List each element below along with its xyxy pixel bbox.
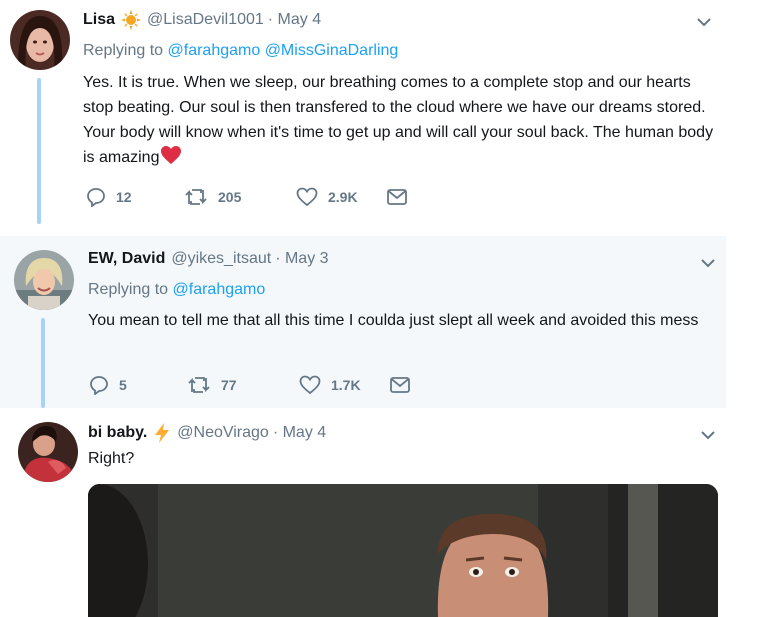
tweet-actions: 12 205 2.9K (86, 187, 418, 207)
lightning-emoji (153, 422, 171, 444)
direct-message-button[interactable] (386, 188, 418, 206)
mention-link[interactable]: @farahgamo (173, 281, 266, 298)
envelope-icon (387, 189, 407, 205)
reply-icon (90, 376, 108, 395)
tweet-header: Lisa @LisaDevil1001 · May 4 (83, 10, 321, 30)
chevron-down-icon[interactable] (698, 253, 718, 273)
heart-icon (299, 375, 321, 395)
like-button[interactable]: 1.7K (299, 375, 389, 395)
reply-count: 5 (119, 377, 127, 393)
thread-line (41, 318, 45, 408)
reply-count: 12 (116, 189, 132, 205)
sun-emoji (121, 10, 142, 30)
retweet-button[interactable]: 77 (187, 375, 299, 395)
chevron-down-icon[interactable] (694, 12, 714, 32)
like-count: 1.7K (331, 377, 361, 393)
red-heart-emoji (160, 145, 182, 173)
avatar[interactable] (10, 10, 70, 70)
mention-link[interactable]: @MissGinaDarling (265, 42, 399, 59)
replying-prefix: Replying to (83, 42, 164, 59)
tweet-header: EW, David @yikes_itsaut · May 3 (88, 250, 329, 268)
retweet-button[interactable]: 205 (184, 187, 296, 207)
tweet-header: bi baby. @NeoVirago · May 4 (88, 422, 326, 444)
user-handle[interactable]: @NeoVirago (177, 424, 269, 442)
retweet-count: 77 (221, 377, 237, 393)
tweet-2[interactable]: EW, David @yikes_itsaut · May 3 Replying… (0, 236, 726, 408)
reply-button[interactable]: 5 (89, 375, 187, 395)
like-count: 2.9K (328, 189, 358, 205)
tweet-3[interactable]: bi baby. @NeoVirago · May 4 Right? (0, 408, 768, 617)
tweet-date[interactable]: · May 4 (268, 11, 321, 29)
tweet-1[interactable]: Lisa @LisaDevil1001 · May 4 Replying to … (0, 0, 768, 236)
reply-icon (87, 188, 105, 207)
tweet-text-container: Yes. It is true. When we sleep, our brea… (83, 70, 723, 173)
display-name[interactable]: Lisa (83, 11, 115, 29)
mention-link[interactable]: @farahgamo (168, 42, 261, 59)
retweet-count: 205 (218, 189, 242, 205)
heart-icon (296, 187, 318, 207)
direct-message-button[interactable] (389, 376, 421, 394)
chevron-down-icon[interactable] (698, 425, 718, 445)
replying-to: Replying to @farahgamo @MissGinaDarling (83, 42, 398, 60)
avatar[interactable] (18, 422, 78, 482)
tweet-date[interactable]: · May 4 (273, 424, 326, 442)
replying-to: Replying to @farahgamo (88, 281, 265, 299)
retweet-icon (188, 377, 210, 393)
tweet-text: You mean to tell me that all this time I… (88, 312, 699, 329)
user-handle[interactable]: @LisaDevil1001 (147, 11, 264, 29)
like-button[interactable]: 2.9K (296, 187, 386, 207)
avatar[interactable] (14, 250, 74, 310)
envelope-icon (390, 377, 410, 393)
retweet-icon (185, 189, 207, 205)
tweet-media[interactable] (88, 484, 718, 617)
reply-button[interactable]: 12 (86, 187, 184, 207)
thread-line (37, 78, 41, 224)
tweet-date[interactable]: · May 3 (275, 250, 328, 268)
display-name[interactable]: EW, David (88, 250, 165, 268)
user-handle[interactable]: @yikes_itsaut (171, 250, 271, 268)
display-name[interactable]: bi baby. (88, 424, 147, 442)
tweet-text: Right? (88, 450, 135, 467)
replying-prefix: Replying to (88, 281, 169, 298)
tweet-actions: 5 77 1.7K (89, 375, 421, 395)
